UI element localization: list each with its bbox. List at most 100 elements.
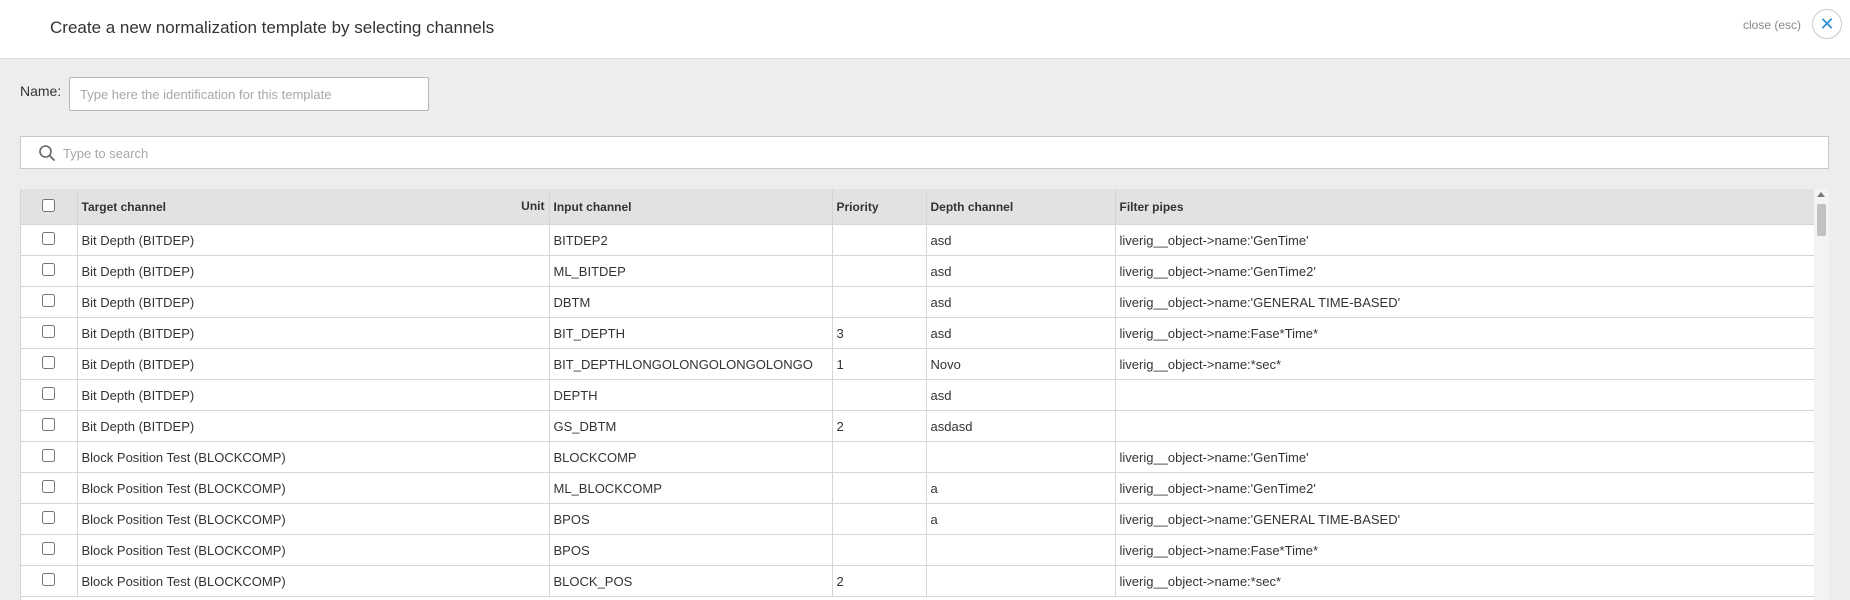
scroll-up-arrow-icon[interactable]: [1817, 192, 1825, 197]
cell-filter: liverig__object->name:Fase*Time*: [1115, 317, 1815, 349]
table-row[interactable]: Block Position Test (BLOCKCOMP) ML_BLOCKC…: [21, 472, 1815, 504]
table-row[interactable]: Bit Depth (BITDEP) BITDEP2 asd liverig__obj…: [21, 224, 1815, 256]
table-row[interactable]: Bit Depth (BITDEP) GS_DBTM 2 asdasd: [21, 410, 1815, 442]
column-header-priority[interactable]: Priority: [832, 189, 927, 225]
cell-filter: liverig__object->name:*sec*: [1115, 348, 1815, 380]
row-checkbox-cell: [21, 286, 78, 318]
cell-target: Bit Depth (BITDEP): [77, 348, 550, 380]
modal-header: Create a new normalization template by s…: [0, 0, 1850, 59]
cell-input: BIT_DEPTH: [549, 317, 833, 349]
close-button[interactable]: ✕: [1812, 9, 1842, 39]
cell-input: GS_DBTM: [549, 410, 833, 442]
row-checkbox[interactable]: [42, 325, 56, 338]
cell-target: Block Position Test (BLOCKCOMP): [77, 472, 550, 504]
cell-depth: asd: [926, 317, 1116, 349]
row-checkbox[interactable]: [42, 387, 56, 400]
cell-priority: 3: [832, 317, 927, 349]
table-row[interactable]: Bit Depth (BITDEP) BIT_DEPTHLONGOLONGOLON…: [21, 348, 1815, 380]
row-checkbox[interactable]: [42, 511, 56, 524]
table-row[interactable]: Block Position Test (BLOCKCOMP) BPOS a live…: [21, 503, 1815, 535]
table-row[interactable]: Bit Depth (BITDEP) DEPTH asd: [21, 379, 1815, 411]
cell-input: ML_BLOCKCOMP: [549, 472, 833, 504]
table-row[interactable]: Block Position Test (BLOCKCOMP) BPOS liver…: [21, 534, 1815, 566]
cell-depth: a: [926, 503, 1116, 535]
cell-target: Bit Depth (BITDEP): [77, 255, 550, 287]
cell-input: BLOCKCOMP: [549, 441, 833, 473]
row-checkbox[interactable]: [42, 480, 56, 493]
cell-priority: [832, 286, 927, 318]
row-checkbox-cell: [21, 472, 78, 504]
row-checkbox-cell: [21, 255, 78, 287]
row-checkbox[interactable]: [42, 449, 56, 462]
scrollbar-thumb[interactable]: [1817, 204, 1826, 236]
cell-input: BITDEP2: [549, 224, 833, 256]
cell-priority: [832, 472, 927, 504]
cell-filter: liverig__object->name:'GenTime': [1115, 441, 1815, 473]
search-input[interactable]: [61, 137, 1805, 170]
cell-target: Bit Depth (BITDEP): [77, 317, 550, 349]
table-row[interactable]: Block Position Test (BLOCKCOMP) BLOCK_POS…: [21, 565, 1815, 597]
cell-depth: asd: [926, 224, 1116, 256]
cell-depth: [926, 534, 1116, 566]
column-header-target-label: Target channel: [81, 199, 166, 214]
row-checkbox[interactable]: [42, 418, 56, 431]
row-checkbox[interactable]: [42, 573, 56, 586]
row-checkbox-cell: [21, 534, 78, 566]
cell-input: DEPTH: [549, 379, 833, 411]
column-header-input[interactable]: Input channel: [549, 189, 833, 225]
cell-input: BIT_DEPTHLONGOLONGOLONGOLONGO: [549, 348, 833, 380]
search-icon: [39, 145, 55, 161]
cell-input: BPOS: [549, 534, 833, 566]
cell-input: BPOS: [549, 503, 833, 535]
column-header-target[interactable]: Target channel Unit: [77, 189, 550, 225]
template-name-input[interactable]: [69, 77, 429, 111]
cell-target: Bit Depth (BITDEP): [77, 224, 550, 256]
row-checkbox-cell: [21, 503, 78, 535]
cell-priority: 1: [832, 348, 927, 380]
cell-filter: liverig__object->name:'GENERAL TIME-BASE…: [1115, 286, 1815, 318]
cell-priority: [832, 224, 927, 256]
search-box[interactable]: [20, 136, 1829, 170]
cell-priority: [832, 255, 927, 287]
column-header-depth[interactable]: Depth channel: [926, 189, 1116, 225]
table-row[interactable]: Bit Depth (BITDEP) BIT_DEPTH 3 asd liverig__…: [21, 317, 1815, 349]
row-checkbox-cell: [21, 565, 78, 597]
table-header: Target channel Unit Input channel Priori…: [21, 189, 1815, 225]
cell-depth: asd: [926, 379, 1116, 411]
cell-filter: liverig__object->name:Fase*Time*: [1115, 534, 1815, 566]
row-checkbox[interactable]: [42, 294, 56, 307]
cell-filter: [1115, 379, 1815, 411]
cell-target: Bit Depth (BITDEP): [77, 286, 550, 318]
table-row[interactable]: Bit Depth (BITDEP) DBTM asd liverig__object…: [21, 286, 1815, 318]
column-header-unit: Unit: [521, 199, 545, 213]
row-checkbox[interactable]: [42, 356, 56, 369]
cell-priority: [832, 379, 927, 411]
cell-input: ML_BITDEP: [549, 255, 833, 287]
row-checkbox-cell: [21, 410, 78, 442]
column-header-filter[interactable]: Filter pipes: [1115, 189, 1815, 225]
cell-depth: Novo: [926, 348, 1116, 380]
cell-input: DBTM: [549, 286, 833, 318]
row-checkbox[interactable]: [42, 263, 56, 276]
close-label[interactable]: close (esc): [1743, 18, 1801, 32]
row-checkbox-cell: [21, 379, 78, 411]
cell-filter: liverig__object->name:*sec*: [1115, 565, 1815, 597]
cell-depth: asd: [926, 255, 1116, 287]
select-all-cell: [21, 189, 78, 225]
cell-target: Block Position Test (BLOCKCOMP): [77, 441, 550, 473]
cell-priority: [832, 441, 927, 473]
cell-depth: [926, 441, 1116, 473]
cell-priority: 2: [832, 410, 927, 442]
cell-input: BLOCK_POS: [549, 565, 833, 597]
modal-title: Create a new normalization template by s…: [50, 18, 495, 37]
select-all-checkbox[interactable]: [42, 198, 56, 212]
row-checkbox[interactable]: [42, 542, 56, 555]
cell-filter: [1115, 410, 1815, 442]
cell-target: Block Position Test (BLOCKCOMP): [77, 503, 550, 535]
table-row[interactable]: Bit Depth (BITDEP) ML_BITDEP asd liverig__o…: [21, 255, 1815, 287]
cell-target: Bit Depth (BITDEP): [77, 379, 550, 411]
table-scrollbar[interactable]: [1814, 189, 1829, 600]
cell-filter: liverig__object->name:'GenTime': [1115, 224, 1815, 256]
table-row[interactable]: Block Position Test (BLOCKCOMP) BLOCKCOMP…: [21, 441, 1815, 473]
row-checkbox[interactable]: [42, 232, 56, 245]
